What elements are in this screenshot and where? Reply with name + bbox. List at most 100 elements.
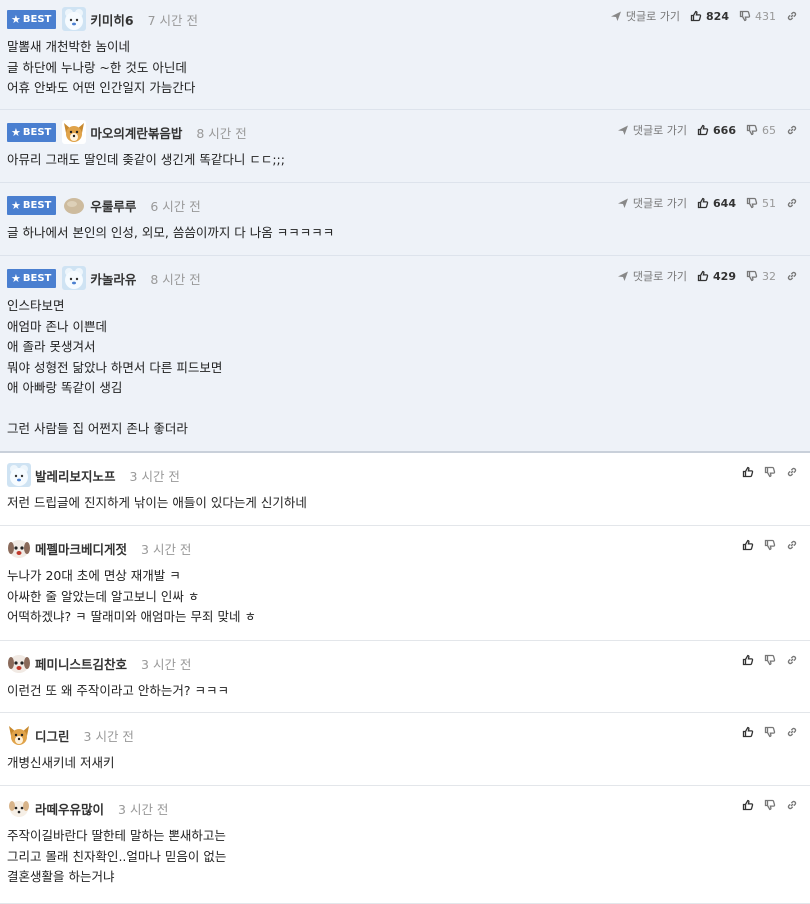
comment: 라떼우유많이 3 시간 전 주작이길바란다 딸한테 말하는 뽄새하고는 그리고 몰래 … [0,786,810,904]
share-link-button[interactable] [786,654,798,666]
go-to-reply-link[interactable]: 댓글로 가기 [617,195,687,211]
best-badge: ★ BEST [7,9,57,29]
downvote-count: 32 [762,269,776,283]
avatar[interactable] [7,463,31,487]
reply-label: 댓글로 가기 [625,10,681,23]
comment-header: 디그린 3 시간 전 [0,723,810,747]
avatar[interactable] [7,723,31,747]
upvote-button[interactable]: 666 [697,124,736,137]
best-label: BEST [22,272,52,284]
share-link-button[interactable] [786,726,798,738]
nickname[interactable]: 키미히6 [90,10,133,29]
comment-header: 라떼우유많이 3 시간 전 [0,796,810,820]
upvote-button[interactable] [742,539,754,551]
thumbs-down-icon [764,726,776,738]
best-badge: ★ BEST [7,122,57,142]
avatar[interactable] [62,120,87,144]
thumbs-up-icon [697,197,713,209]
comment-actions [732,799,798,811]
timestamp: 8 시간 전 [150,271,201,287]
thumbs-up-icon [742,799,754,811]
reply-label: 댓글로 가기 [632,124,688,137]
share-link-button[interactable] [786,124,798,136]
timestamp: 6 시간 전 [150,198,201,214]
avatar[interactable] [62,193,87,217]
comment-body: 이런건 또 왜 주작이라고 안하는거? ㅋㅋㅋ [0,675,810,702]
avatar[interactable] [7,651,31,675]
comment: 발레리보지노프 3 시간 전저런 드립글에 진지하게 낚이는 애들이 있다는게 신… [0,453,810,526]
comment-line: 그런 사람들 집 어쩐지 존나 좋더라 [7,421,188,436]
downvote-button[interactable]: 32 [746,270,776,283]
thumbs-up-icon [742,726,754,738]
comment-line: 뭐야 성형전 닮았나 하면서 다른 피드보면 [7,359,223,375]
comment-line: 애엄마 존나 이쁜데 [7,318,107,334]
upvote-count: 644 [713,196,736,210]
share-link-button[interactable] [786,270,798,282]
send-arrow-icon [617,197,633,209]
comment-line: 어떡하겠냐? ㅋ 딸래미와 애엄마는 무죄 맞네 ㅎ [7,609,256,624]
comment-actions: 댓글로 가기 824 431 [600,8,798,24]
link-icon [786,799,798,811]
avatar[interactable] [7,796,31,820]
thumbs-down-icon [739,10,755,22]
upvote-button[interactable]: 644 [697,197,736,210]
downvote-button[interactable] [764,799,776,811]
timestamp: 3 시간 전 [118,801,169,817]
comment-actions [732,726,798,738]
nickname[interactable]: 메펠마크베디게젓 [35,539,127,558]
upvote-button[interactable] [742,654,754,666]
downvote-count: 65 [762,123,776,137]
send-arrow-icon [617,270,633,282]
upvote-button[interactable]: 429 [697,270,736,283]
avatar[interactable] [7,536,31,560]
upvote-count: 666 [713,123,736,137]
downvote-button[interactable]: 51 [746,197,776,210]
nickname[interactable]: 라떼우유많이 [35,799,104,818]
upvote-button[interactable] [742,799,754,811]
go-to-reply-link[interactable]: 댓글로 가기 [610,8,680,24]
nickname[interactable]: 발레리보지노프 [35,466,116,485]
nickname[interactable]: 카놀라유 [90,269,136,288]
comment-line: 글 하나에서 본인의 인성, 외모, 씀씀이까지 다 나옴 ㅋㅋㅋㅋㅋ [7,225,335,240]
downvote-button[interactable] [764,726,776,738]
comment-line: 아싸한 줄 알았는데 알고보니 인싸 ㅎ [7,588,200,604]
downvote-button[interactable]: 431 [739,10,776,23]
comment-body: 개병신새키네 저새키 [0,747,810,774]
best-label: BEST [22,199,52,211]
nickname[interactable]: 페미니스트김찬호 [35,654,127,673]
timestamp: 8 시간 전 [196,125,247,141]
downvote-button[interactable] [764,539,776,551]
downvote-count: 51 [762,196,776,210]
comment-line: 어휴 안봐도 어떤 인간일지 가늠간다 [7,80,196,95]
upvote-count: 824 [706,9,729,23]
avatar[interactable] [62,266,87,290]
nickname[interactable]: 디그린 [35,726,70,745]
share-link-button[interactable] [786,197,798,209]
downvote-button[interactable] [764,466,776,478]
comment-line: 그리고 몰래 친자확인..얼마나 믿음이 없는 [7,848,227,864]
comment-line: 인스타보면 [7,298,65,313]
share-link-button[interactable] [786,466,798,478]
share-link-button[interactable] [786,10,798,22]
go-to-reply-link[interactable]: 댓글로 가기 [617,268,687,284]
comment-line: 저런 드립글에 진지하게 낚이는 애들이 있다는게 신기하네 [7,495,307,510]
comment-actions [732,539,798,551]
share-link-button[interactable] [786,799,798,811]
star-icon: ★ [11,271,21,285]
go-to-reply-link[interactable]: 댓글로 가기 [617,122,687,138]
send-arrow-icon [610,10,626,22]
upvote-button[interactable] [742,466,754,478]
timestamp: 3 시간 전 [141,541,192,557]
timestamp: 3 시간 전 [129,468,180,484]
downvote-button[interactable]: 65 [746,124,776,137]
downvote-button[interactable] [764,654,776,666]
link-icon [786,197,798,209]
avatar[interactable] [62,7,87,31]
nickname[interactable]: 우룰루루 [90,196,136,215]
upvote-button[interactable] [742,726,754,738]
link-icon [786,124,798,136]
nickname[interactable]: 마오의계란볶음밥 [90,123,182,142]
share-link-button[interactable] [786,539,798,551]
upvote-button[interactable]: 824 [690,10,729,23]
thumbs-down-icon [746,270,762,282]
